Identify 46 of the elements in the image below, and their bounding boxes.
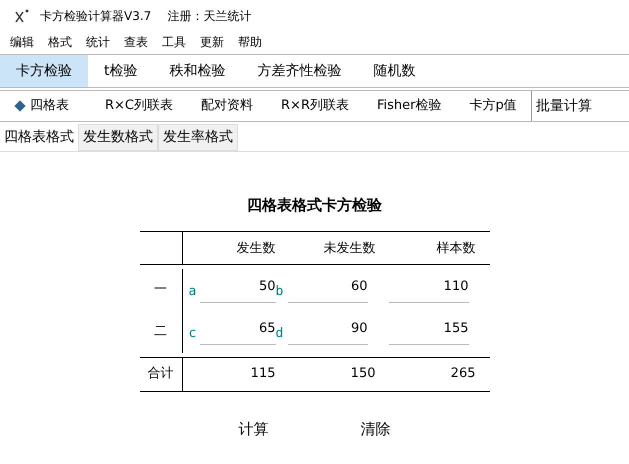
column-header: 样本数 bbox=[436, 240, 476, 258]
column-header: 未发生数 bbox=[324, 240, 376, 258]
sub-tab[interactable]: 卡方p值 bbox=[455, 91, 531, 121]
format-tab[interactable]: 发生数格式 bbox=[78, 124, 158, 151]
main-tab[interactable]: 方差齐性检验 bbox=[242, 55, 358, 87]
sub-tab[interactable]: Fisher检验 bbox=[362, 91, 456, 121]
total-value: 115 bbox=[250, 365, 276, 384]
cell-label: b bbox=[276, 282, 284, 301]
input-field[interactable]: 50 bbox=[200, 276, 276, 302]
cell-label: a bbox=[188, 282, 196, 301]
input-field[interactable]: 65 bbox=[200, 318, 276, 344]
total-value: 265 bbox=[450, 365, 476, 384]
sub-tab[interactable]: R×R列联表 bbox=[267, 91, 363, 121]
menu-item[interactable]: 更新 bbox=[200, 33, 224, 51]
registration-text: 注册：天兰统计 bbox=[167, 8, 252, 25]
input-field[interactable]: 60 bbox=[288, 276, 368, 302]
action-button[interactable]: 清除 bbox=[354, 418, 396, 440]
action-button[interactable]: 计算 bbox=[232, 418, 274, 440]
row-label: 一 bbox=[154, 280, 167, 299]
input-field[interactable]: 90 bbox=[288, 318, 368, 344]
total-value: 150 bbox=[350, 365, 376, 384]
menu-item[interactable]: 查表 bbox=[124, 33, 148, 51]
app-logo-icon bbox=[14, 8, 30, 24]
panel-title: 四格表格式卡方检验 bbox=[247, 195, 382, 216]
menu-item[interactable]: 帮助 bbox=[238, 33, 262, 51]
column-header: 发生数 bbox=[236, 240, 276, 258]
row-label: 二 bbox=[154, 322, 167, 341]
sub-tab[interactable]: 配对资料 bbox=[187, 91, 268, 121]
cell-label: c bbox=[188, 324, 196, 343]
menu-item[interactable]: 格式 bbox=[48, 33, 72, 51]
output-field: 110 bbox=[388, 276, 468, 302]
cell-label: d bbox=[276, 324, 284, 343]
sub-tab[interactable]: R×C列联表 bbox=[91, 91, 188, 121]
main-tab[interactable]: 卡方检验 bbox=[0, 55, 88, 87]
menu-item[interactable]: 编辑 bbox=[10, 33, 34, 51]
output-field: 155 bbox=[388, 318, 468, 344]
batch-calculate-button[interactable]: 批量计算 bbox=[530, 91, 596, 121]
main-tab[interactable]: 随机数 bbox=[358, 55, 432, 87]
row-label: 合计 bbox=[148, 365, 174, 384]
menu-item[interactable]: 工具 bbox=[162, 33, 186, 51]
format-tab[interactable]: 发生率格式 bbox=[158, 124, 238, 151]
window-title: 卡方检验计算器V3.7 bbox=[40, 8, 152, 25]
main-tab[interactable]: 秩和检验 bbox=[154, 55, 242, 87]
main-tab[interactable]: t检验 bbox=[88, 55, 154, 87]
sub-tab[interactable]: 四格表 bbox=[0, 91, 91, 121]
menu-item[interactable]: 统计 bbox=[86, 33, 110, 51]
